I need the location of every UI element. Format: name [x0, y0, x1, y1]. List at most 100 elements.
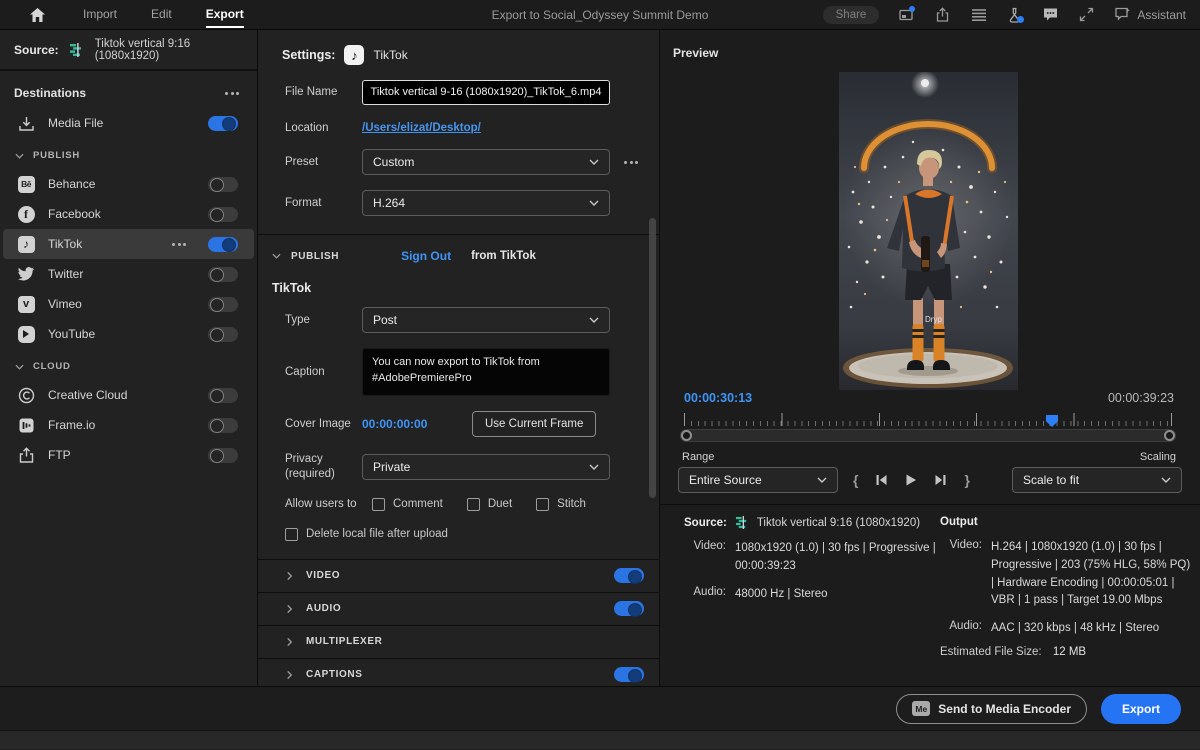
- chevron-down-icon: [589, 317, 599, 323]
- destinations-more-icon[interactable]: [225, 92, 239, 95]
- captions-toggle[interactable]: [614, 667, 644, 682]
- multiplexer-section-row[interactable]: MULTIPLEXER: [258, 625, 659, 658]
- video-toggle[interactable]: [614, 568, 644, 583]
- preset-more-icon[interactable]: [624, 161, 638, 164]
- destination-twitter[interactable]: Twitter: [3, 259, 254, 289]
- destination-creative-cloud[interactable]: Creative Cloud: [3, 380, 254, 410]
- set-out-point-button[interactable]: [964, 472, 969, 488]
- output-video-info: H.264 | 1080x1920 (1.0) | 30 fps | Progr…: [991, 539, 1190, 610]
- settings-scrollbar[interactable]: [649, 218, 656, 498]
- send-to-media-encoder-button[interactable]: Me Send to Media Encoder: [896, 694, 1087, 724]
- destination-facebook[interactable]: Facebook: [3, 199, 254, 229]
- destinations-title: Destinations: [14, 86, 86, 100]
- destination-ftp[interactable]: FTP: [3, 440, 254, 470]
- export-button[interactable]: Export: [1101, 694, 1181, 724]
- facebook-toggle[interactable]: [208, 207, 238, 222]
- range-out-handle[interactable]: [1164, 430, 1175, 441]
- tab-import[interactable]: Import: [83, 1, 117, 28]
- export-share-icon[interactable]: [934, 6, 951, 23]
- range-in-handle[interactable]: [681, 430, 692, 441]
- destinations-panel: Source: Tiktok vertical 9:16 (1080x1920)…: [0, 30, 258, 686]
- comment-label: Comment: [393, 498, 443, 510]
- top-bar: Import Edit Export Export to Social_Odys…: [0, 0, 1200, 30]
- delete-local-checkbox[interactable]: [285, 528, 298, 541]
- ftp-toggle[interactable]: [208, 448, 238, 463]
- range-dropdown[interactable]: Entire Source: [678, 467, 838, 493]
- chevron-right-icon: [287, 571, 293, 580]
- preview-panel: Preview: [660, 30, 1200, 686]
- publish-section-header[interactable]: PUBLISH: [0, 138, 257, 169]
- destination-tiktok[interactable]: TikTok: [3, 229, 254, 259]
- beta-flask-icon[interactable]: [1006, 6, 1023, 23]
- location-label: Location: [285, 121, 362, 136]
- location-link[interactable]: /Users/elizat/Desktop/: [362, 122, 481, 134]
- step-forward-button[interactable]: [934, 474, 947, 486]
- frameio-toggle[interactable]: [208, 418, 238, 433]
- timeline-ruler[interactable]: [684, 413, 1172, 427]
- format-dropdown[interactable]: H.264: [362, 190, 610, 216]
- preset-dropdown[interactable]: Custom: [362, 149, 610, 175]
- cloud-section-header[interactable]: CLOUD: [0, 349, 257, 380]
- sign-out-link[interactable]: Sign Out: [401, 249, 451, 263]
- comment-checkbox[interactable]: [372, 498, 385, 511]
- step-back-button[interactable]: [875, 474, 888, 486]
- share-button[interactable]: Share: [823, 6, 880, 24]
- fullscreen-expand-icon[interactable]: [1078, 6, 1095, 23]
- output-audio-info: AAC | 320 kbps | 48 kHz | Stereo: [991, 620, 1159, 638]
- tiktok-toggle[interactable]: [208, 237, 238, 252]
- destination-frameio[interactable]: Frame.io: [3, 410, 254, 440]
- preview-label: Preview: [673, 46, 718, 60]
- destination-youtube[interactable]: YouTube: [3, 319, 254, 349]
- creative-cloud-toggle[interactable]: [208, 388, 238, 403]
- set-in-point-button[interactable]: [853, 472, 858, 488]
- home-icon[interactable]: [30, 8, 45, 22]
- format-label: Format: [285, 196, 362, 211]
- source-summary-value: Tiktok vertical 9:16 (1080x1920): [757, 517, 920, 529]
- twitter-icon: [16, 264, 36, 284]
- media-file-toggle[interactable]: [208, 116, 238, 131]
- youtube-toggle[interactable]: [208, 327, 238, 342]
- delete-local-label: Delete local file after upload: [306, 528, 448, 540]
- file-name-input[interactable]: Tiktok vertical 9-16 (1080x1920)_TikTok_…: [362, 80, 610, 105]
- assistant-button[interactable]: Assistant: [1114, 7, 1186, 22]
- scaling-dropdown[interactable]: Scale to fit: [1012, 467, 1182, 493]
- vimeo-toggle[interactable]: [208, 297, 238, 312]
- sequence-icon: [735, 516, 749, 529]
- settings-label: Settings:: [282, 48, 335, 62]
- twitter-toggle[interactable]: [208, 267, 238, 282]
- feedback-bubble-icon[interactable]: [1042, 6, 1059, 23]
- destination-media-file[interactable]: Media File: [3, 108, 254, 138]
- range-slider[interactable]: [680, 429, 1176, 442]
- media-file-icon: [16, 113, 36, 133]
- behance-toggle[interactable]: [208, 177, 238, 192]
- captions-section-row[interactable]: CAPTIONS: [258, 658, 659, 686]
- tab-export[interactable]: Export: [206, 1, 244, 28]
- stitch-checkbox[interactable]: [536, 498, 549, 511]
- audio-section-row[interactable]: AUDIO: [258, 592, 659, 625]
- privacy-dropdown[interactable]: Private: [362, 454, 610, 480]
- chevron-down-icon: [589, 464, 599, 470]
- publish-collapse-header[interactable]: PUBLISH Sign Out from TikTok: [258, 235, 659, 275]
- youtube-icon: [16, 324, 36, 344]
- source-video-info: 1080x1920 (1.0) | 30 fps | Progressive |…: [735, 540, 936, 576]
- tab-edit[interactable]: Edit: [151, 1, 172, 28]
- play-button[interactable]: [905, 474, 917, 486]
- quick-export-icon[interactable]: [898, 6, 915, 23]
- mode-tabs: Import Edit Export: [83, 1, 244, 28]
- queue-lines-icon[interactable]: [970, 6, 987, 23]
- tiktok-more-icon[interactable]: [172, 243, 186, 246]
- caption-textarea[interactable]: You can now export to TikTok from #Adobe…: [362, 348, 610, 396]
- type-dropdown[interactable]: Post: [362, 307, 610, 333]
- audio-toggle[interactable]: [614, 601, 644, 616]
- destination-vimeo[interactable]: Vimeo: [3, 289, 254, 319]
- destination-behance[interactable]: Behance: [3, 169, 254, 199]
- use-current-frame-button[interactable]: Use Current Frame: [472, 411, 596, 437]
- cover-image-label: Cover Image: [285, 417, 362, 432]
- video-section-row[interactable]: VIDEO: [258, 559, 659, 592]
- type-label: Type: [285, 313, 362, 328]
- service-title: TikTok: [258, 275, 659, 307]
- file-name-label: File Name: [285, 85, 362, 100]
- tiktok-icon: [16, 234, 36, 254]
- duet-checkbox[interactable]: [467, 498, 480, 511]
- cover-timecode[interactable]: 00:00:00:00: [362, 417, 472, 431]
